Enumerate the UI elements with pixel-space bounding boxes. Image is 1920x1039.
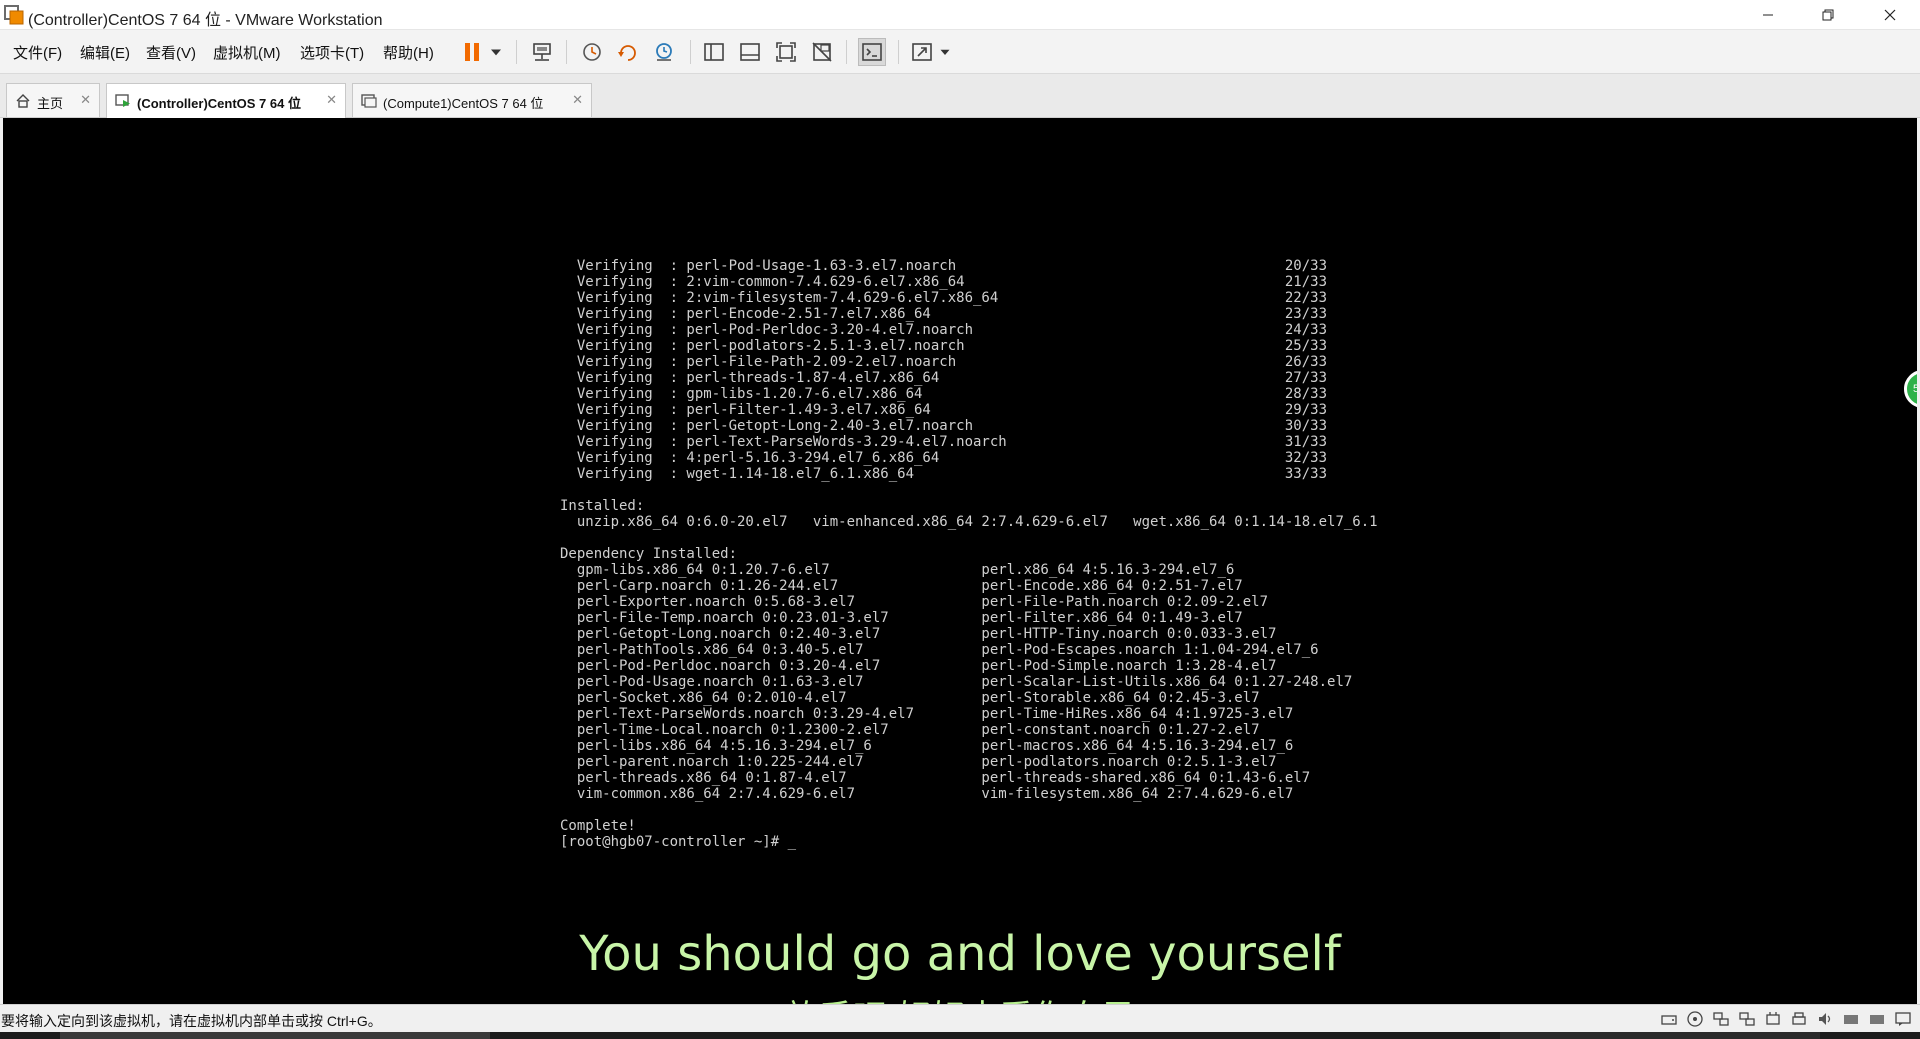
- console-line: perl-File-Temp.noarch 0:0.23.01-3.el7 pe…: [560, 610, 1243, 626]
- network-icon[interactable]: [1712, 1010, 1730, 1028]
- console-line: Verifying : perl-File-Path-2.09-2.el7.no…: [560, 354, 1328, 370]
- console-line: perl-PathTools.x86_64 0:3.40-5.el7 perl-…: [560, 642, 1319, 658]
- display-icon-2[interactable]: [1868, 1010, 1886, 1028]
- restore-icon[interactable]: [1800, 0, 1856, 30]
- tab-compute1-label: (Compute1)CentOS 7 64 位: [383, 96, 544, 111]
- console-line: Verifying : perl-Pod-Perldoc-3.20-4.el7.…: [560, 322, 1328, 338]
- console-line: perl-Exporter.noarch 0:5.68-3.el7 perl-F…: [560, 594, 1269, 610]
- vmware-app-icon: [4, 5, 24, 25]
- close-icon[interactable]: ✕: [80, 92, 91, 108]
- console-line: Verifying : perl-Encode-2.51-7.el7.x86_6…: [560, 306, 1328, 322]
- minimize-icon[interactable]: [1740, 0, 1796, 30]
- console-line: perl-Text-ParseWords.noarch 0:3.29-4.el7…: [560, 706, 1294, 722]
- console-line: Complete!: [560, 818, 636, 834]
- console-output: Verifying : perl-Pod-Usage-1.63-3.el7.no…: [560, 258, 1378, 850]
- snapshot-manager-icon[interactable]: [650, 38, 678, 66]
- printer-icon[interactable]: [1790, 1010, 1808, 1028]
- send-ctrl-alt-del-icon[interactable]: [528, 38, 556, 66]
- console-line: Verifying : perl-Pod-Usage-1.63-3.el7.no…: [560, 258, 1328, 274]
- subtitle-english: You should go and love yourself: [579, 926, 1341, 982]
- menu-tabs[interactable]: 选项卡(T): [300, 42, 364, 63]
- vm-console-screen[interactable]: Verifying : perl-Pod-Usage-1.63-3.el7.no…: [3, 118, 1917, 1004]
- console-line: gpm-libs.x86_64 0:1.20.7-6.el7 perl.x86_…: [560, 562, 1235, 578]
- os-taskbar: [0, 1032, 1920, 1039]
- fullscreen-icon[interactable]: [772, 38, 800, 66]
- stretch-icon[interactable]: [908, 38, 936, 66]
- close-icon[interactable]: ✕: [572, 92, 583, 108]
- tab-strip: 主页 ✕ (Controller)CentOS 7 64 位 ✕ (Comput…: [0, 74, 1920, 118]
- menu-help[interactable]: 帮助(H): [383, 42, 434, 63]
- display-icon[interactable]: [1842, 1010, 1860, 1028]
- menu-view[interactable]: 查看(V): [146, 42, 196, 63]
- snapshot-icon[interactable]: [578, 38, 606, 66]
- unity-icon[interactable]: [808, 38, 836, 66]
- network-icon-2[interactable]: [1738, 1010, 1756, 1028]
- console-line: vim-common.x86_64 2:7.4.629-6.el7 vim-fi…: [560, 786, 1294, 802]
- home-icon: [16, 94, 30, 108]
- console-line: Verifying : perl-threads-1.87-4.el7.x86_…: [560, 370, 1328, 386]
- window-title: (Controller)CentOS 7 64 位 - VMware Works…: [28, 12, 383, 29]
- message-icon[interactable]: [1894, 1010, 1912, 1028]
- console-line: perl-threads.x86_64 0:1.87-4.el7 perl-th…: [560, 770, 1311, 786]
- console-line: Verifying : 2:vim-common-7.4.629-6.el7.x…: [560, 274, 1328, 290]
- console-line: perl-Pod-Usage.noarch 0:1.63-3.el7 perl-…: [560, 674, 1353, 690]
- tab-controller-label: (Controller)CentOS 7 64 位: [137, 96, 301, 111]
- vm-icon: [361, 94, 377, 108]
- tab-controller[interactable]: (Controller)CentOS 7 64 位 ✕: [106, 83, 346, 118]
- console-line: unzip.x86_64 0:6.0-20.el7 vim-enhanced.x…: [560, 514, 1378, 530]
- console-line: perl-Pod-Perldoc.noarch 0:3.20-4.el7 per…: [560, 658, 1277, 674]
- console-line: Verifying : 4:perl-5.16.3-294.el7_6.x86_…: [560, 450, 1328, 466]
- console-line: Dependency Installed:: [560, 546, 738, 562]
- console-line: perl-Carp.noarch 0:1.26-244.el7 perl-Enc…: [560, 578, 1243, 594]
- console-line: Verifying : 2:vim-filesystem-7.4.629-6.e…: [560, 290, 1328, 306]
- console-line: perl-Getopt-Long.noarch 0:2.40-3.el7 per…: [560, 626, 1277, 642]
- console-line: Verifying : gpm-libs-1.20.7-6.el7.x86_64…: [560, 386, 1328, 402]
- console-line: Installed:: [560, 498, 645, 514]
- revert-snapshot-icon[interactable]: [614, 38, 642, 66]
- close-icon[interactable]: [1862, 0, 1918, 30]
- menu-edit[interactable]: 编辑(E): [80, 42, 130, 63]
- tab-compute1[interactable]: (Compute1)CentOS 7 64 位 ✕: [352, 83, 592, 117]
- tab-home-label: 主页: [37, 96, 64, 111]
- usb-icon[interactable]: [1764, 1010, 1782, 1028]
- side-widget-badge[interactable]: 59: [1904, 370, 1917, 408]
- console-line: perl-parent.noarch 1:0.225-244.el7 perl-…: [560, 754, 1277, 770]
- status-bar: 要将输入定向到该虚拟机，请在虚拟机内部单击或按 Ctrl+G。: [0, 1004, 1920, 1032]
- dropdown-icon[interactable]: [486, 38, 506, 66]
- hard-disk-icon[interactable]: [1660, 1010, 1678, 1028]
- console-line: perl-Socket.x86_64 0:2.010-4.el7 perl-St…: [560, 690, 1260, 706]
- menu-file[interactable]: 文件(F): [13, 42, 62, 63]
- close-icon[interactable]: ✕: [326, 92, 337, 108]
- thumbnail-bar-icon[interactable]: [736, 38, 764, 66]
- console-line: perl-libs.x86_64 4:5.16.3-294.el7_6 perl…: [560, 738, 1294, 754]
- show-library-icon[interactable]: [700, 38, 728, 66]
- stretch-dropdown-icon[interactable]: [936, 38, 954, 66]
- console-line: perl-Time-Local.noarch 0:1.2300-2.el7 pe…: [560, 722, 1260, 738]
- console-line: Verifying : perl-Getopt-Long-2.40-3.el7.…: [560, 418, 1328, 434]
- console-line: Verifying : perl-podlators-2.5.1-3.el7.n…: [560, 338, 1328, 354]
- console-line: Verifying : wget-1.14-18.el7_6.1.x86_64 …: [560, 466, 1328, 482]
- cd-dvd-icon[interactable]: [1686, 1010, 1704, 1028]
- vm-running-icon: [115, 94, 130, 107]
- console-line: Verifying : perl-Filter-1.49-3.el7.x86_6…: [560, 402, 1328, 418]
- console-view-icon[interactable]: [858, 38, 886, 66]
- vmware-window: (Controller)CentOS 7 64 位 - VMware Works…: [0, 0, 1920, 1039]
- title-bar: (Controller)CentOS 7 64 位 - VMware Works…: [0, 0, 1920, 30]
- sound-icon[interactable]: [1816, 1010, 1834, 1028]
- pause-icon[interactable]: [458, 38, 486, 66]
- tab-home[interactable]: 主页 ✕: [6, 83, 100, 117]
- console-line: Verifying : perl-Text-ParseWords-3.29-4.…: [560, 434, 1328, 450]
- menu-vm[interactable]: 虚拟机(M): [213, 42, 281, 63]
- console-line: [root@hgb07-controller ~]# _: [560, 834, 797, 850]
- status-message: 要将输入定向到该虚拟机，请在虚拟机内部单击或按 Ctrl+G。: [1, 1013, 382, 1029]
- menu-toolbar-bar: 文件(F) 编辑(E) 查看(V) 虚拟机(M) 选项卡(T) 帮助(H): [0, 30, 1920, 74]
